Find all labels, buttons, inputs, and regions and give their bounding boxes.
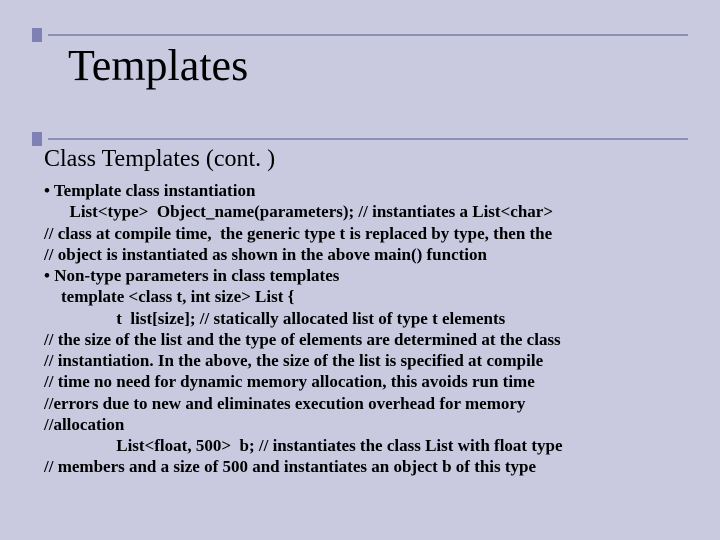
body-line: // the size of the list and the type of …: [44, 329, 684, 350]
body-line: • Non-type parameters in class templates: [44, 265, 684, 286]
body-line: //allocation: [44, 414, 684, 435]
slide-title: Templates: [68, 40, 248, 91]
body-line: • Template class instantiation: [44, 180, 684, 201]
body-line: // instantiation. In the above, the size…: [44, 350, 684, 371]
body-line: // object is instantiated as shown in th…: [44, 244, 684, 265]
mid-rule: [32, 132, 688, 146]
body-line: List<type> Object_name(parameters); // i…: [44, 201, 684, 222]
rule-tick: [32, 132, 42, 146]
rule-line: [48, 34, 688, 36]
body-line: t list[size]; // statically allocated li…: [44, 308, 684, 329]
slide-body: • Template class instantiation List<type…: [44, 180, 684, 478]
body-line: List<float, 500> b; // instantiates the …: [44, 435, 684, 456]
rule-line: [48, 138, 688, 140]
slide-subtitle: Class Templates (cont. ): [44, 146, 275, 173]
body-line: template <class t, int size> List {: [44, 286, 684, 307]
body-line: // time no need for dynamic memory alloc…: [44, 371, 684, 392]
body-line: //errors due to new and eliminates execu…: [44, 393, 684, 414]
slide: Templates Class Templates (cont. ) • Tem…: [0, 0, 720, 540]
body-line: // members and a size of 500 and instant…: [44, 456, 684, 477]
rule-tick: [32, 28, 42, 42]
body-line: // class at compile time, the generic ty…: [44, 223, 684, 244]
